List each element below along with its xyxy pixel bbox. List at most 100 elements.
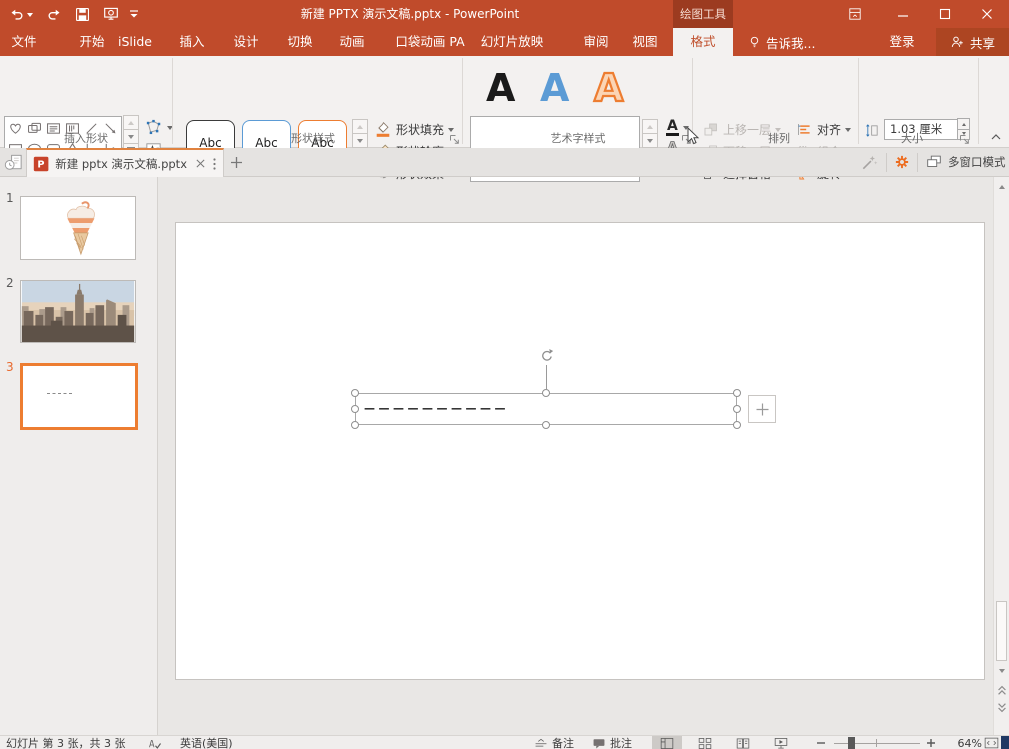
tab-insert[interactable]: 插入 <box>168 28 216 56</box>
scroll-up-button[interactable] <box>994 179 1009 195</box>
zoom-percentage[interactable]: 64% <box>948 736 982 749</box>
notes-button[interactable]: 备注 <box>534 736 574 749</box>
resize-handle-top-middle[interactable] <box>542 389 550 397</box>
group-label-insert-shapes: 插入形状 <box>0 132 172 146</box>
start-slideshow-button[interactable] <box>102 4 120 24</box>
zoom-out-button[interactable] <box>816 736 826 749</box>
zoom-in-button[interactable] <box>926 736 936 749</box>
title-bar: 新建 PPTX 演示文稿.pptx - PowerPoint 绘图工具 <box>0 0 1009 28</box>
rotation-handle[interactable] <box>538 348 555 365</box>
group-label-size: 大小 <box>862 132 962 146</box>
slide-counter[interactable]: 幻灯片 第 3 张，共 3 张 <box>6 736 125 749</box>
slide-canvas[interactable]: —————————— <box>159 177 993 735</box>
recent-documents-button[interactable] <box>3 152 24 173</box>
document-tab-menu-button[interactable] <box>212 157 217 171</box>
tab-design[interactable]: 设计 <box>222 28 270 56</box>
notes-icon <box>534 737 548 749</box>
tab-file[interactable]: 文件 <box>2 28 46 56</box>
undo-button[interactable] <box>7 4 33 24</box>
document-tab-active[interactable]: P 新建 pptx 演示文稿.pptx <box>26 148 224 177</box>
resize-handle-bottom-middle[interactable] <box>542 421 550 429</box>
shapes-scroll-up-button[interactable] <box>123 115 139 130</box>
normal-view-icon <box>660 737 674 749</box>
tab-pocket-animation[interactable]: 口袋动画 PA <box>381 28 479 56</box>
scroll-down-button[interactable] <box>994 663 1009 679</box>
comments-label: 批注 <box>610 735 632 749</box>
undo-dropdown-caret[interactable] <box>27 13 33 20</box>
slideshow-view-icon <box>774 737 788 749</box>
scrollbar-thumb[interactable] <box>996 601 1007 661</box>
resize-handle-middle-right[interactable] <box>733 405 741 413</box>
slide-thumbnail-3-selected[interactable] <box>20 363 138 430</box>
tab-format[interactable]: 格式 <box>673 28 733 56</box>
gear-icon <box>893 153 911 171</box>
tab-review[interactable]: 审阅 <box>572 28 620 56</box>
resize-handle-top-left[interactable] <box>351 389 359 397</box>
wordart-style-orange[interactable]: A <box>594 59 623 117</box>
comments-icon <box>592 737 606 749</box>
resize-handle-middle-left[interactable] <box>351 405 359 413</box>
wand-tool-button[interactable] <box>860 153 879 172</box>
minimize-button[interactable] <box>886 0 920 28</box>
tab-view[interactable]: 视图 <box>621 28 669 56</box>
slide-thumbnail-panel: 1 2 <box>0 177 158 735</box>
share-button[interactable]: 共享 <box>936 28 1009 56</box>
document-tab-close-button[interactable] <box>195 158 206 169</box>
fit-slide-to-window-button[interactable] <box>984 736 999 749</box>
redo-button[interactable] <box>46 4 64 24</box>
slide-editing-surface[interactable] <box>175 222 985 680</box>
previous-slide-button[interactable] <box>994 682 1009 698</box>
rotation-handle-stem <box>546 365 547 389</box>
tab-slideshow[interactable]: 幻灯片放映 <box>468 28 556 56</box>
group-divider <box>462 58 463 144</box>
close-button[interactable] <box>970 0 1004 28</box>
tell-me-box[interactable]: 告诉我... <box>748 28 815 56</box>
vertical-scrollbar[interactable] <box>993 177 1009 735</box>
ribbon-display-options-button[interactable] <box>838 0 872 28</box>
new-document-tab-button[interactable] <box>230 156 243 169</box>
spell-check-icon <box>148 737 163 749</box>
language-indicator[interactable]: 英语(美国) <box>180 736 233 749</box>
lightbulb-icon <box>748 35 761 50</box>
resize-handle-bottom-left[interactable] <box>351 421 359 429</box>
maximize-button[interactable] <box>928 0 962 28</box>
city-skyline-image <box>21 281 135 342</box>
ribbon: 插入形状 Abc Abc Abc 形状填充 形状轮廓 <box>0 56 1009 148</box>
comments-button[interactable]: 批注 <box>592 736 632 749</box>
slide-thumbnail-1[interactable] <box>20 196 136 260</box>
tab-islide[interactable]: iSlide <box>111 28 159 56</box>
view-slide-sorter-button[interactable] <box>690 736 720 749</box>
wordart-style-blue[interactable]: A <box>540 59 569 117</box>
tab-home[interactable]: 开始 <box>68 28 116 56</box>
resize-handle-top-right[interactable] <box>733 389 741 397</box>
resize-handle-bottom-right[interactable] <box>733 421 741 429</box>
svg-text:P: P <box>37 159 44 170</box>
zoom-slider-thumb[interactable] <box>848 737 855 749</box>
shape-styles-dialog-launcher[interactable] <box>448 133 461 146</box>
corner-accent-block <box>1001 736 1009 749</box>
slide-thumbnail-2[interactable] <box>20 280 136 343</box>
selected-shape-dashed-text: —————————— <box>364 400 509 418</box>
slide-number: 1 <box>6 191 14 205</box>
collapse-ribbon-button[interactable] <box>990 132 1002 142</box>
zoom-slider-center-tick <box>876 739 877 747</box>
insert-content-plus-button[interactable] <box>748 395 776 423</box>
wordart-style-black[interactable]: A <box>486 59 515 117</box>
notes-label: 备注 <box>552 735 574 749</box>
settings-gear-button[interactable] <box>893 153 911 171</box>
spell-check-button[interactable] <box>148 736 163 749</box>
view-normal-button[interactable] <box>652 736 682 749</box>
view-reading-button[interactable] <box>728 736 758 749</box>
sign-in-button[interactable]: 登录 <box>878 28 926 56</box>
group-divider <box>172 58 173 144</box>
save-button[interactable] <box>74 4 91 24</box>
customize-qat-button[interactable] <box>128 4 140 24</box>
multi-window-mode-button[interactable]: 多窗口模式 <box>925 153 1006 171</box>
reading-view-icon <box>736 737 750 749</box>
tab-transitions[interactable]: 切换 <box>276 28 324 56</box>
next-slide-button[interactable] <box>994 700 1009 716</box>
powerpoint-file-icon: P <box>33 155 49 173</box>
size-dialog-launcher[interactable] <box>958 133 971 146</box>
view-slideshow-button[interactable] <box>766 736 796 749</box>
tab-animations[interactable]: 动画 <box>328 28 376 56</box>
